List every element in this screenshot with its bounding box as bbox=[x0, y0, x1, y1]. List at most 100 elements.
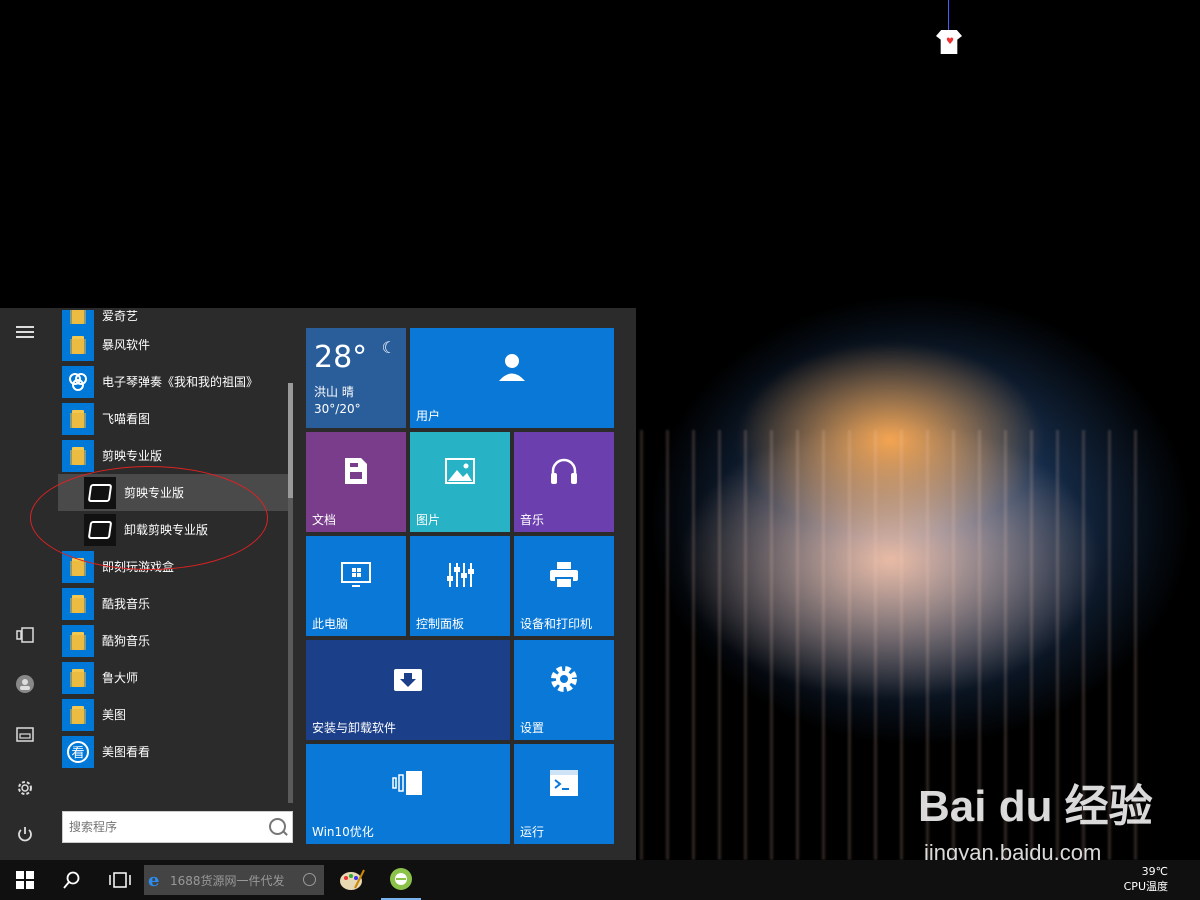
tile-label: 图片 bbox=[416, 513, 441, 527]
browser-app-button[interactable] bbox=[381, 860, 421, 900]
list-item-label: 酷狗音乐 bbox=[102, 634, 151, 648]
folder-icon bbox=[62, 661, 94, 694]
documents-rail-button[interactable] bbox=[0, 615, 50, 655]
control-panel-tile[interactable]: 控制面板 bbox=[410, 536, 510, 636]
heart-icon: ♥ bbox=[946, 37, 955, 47]
this-pc-tile[interactable]: 此电脑 bbox=[306, 536, 406, 636]
power-icon bbox=[18, 827, 32, 842]
tile-label: 用户 bbox=[416, 409, 441, 423]
browser-icon bbox=[390, 868, 412, 890]
weather-temperature: 28° bbox=[314, 340, 368, 375]
app-icon: 看 bbox=[62, 735, 94, 768]
pictures-tile[interactable]: 图片 bbox=[410, 432, 510, 532]
jellyfish-tendrils bbox=[640, 430, 1160, 860]
list-item[interactable]: 暴风软件 bbox=[58, 326, 288, 363]
paint-app-button[interactable] bbox=[332, 860, 372, 900]
folder-icon bbox=[62, 439, 94, 472]
download-box-icon bbox=[393, 665, 423, 699]
optimize-icon bbox=[391, 770, 425, 802]
search-icon bbox=[303, 873, 316, 886]
start-menu: 爱奇艺 暴风软件 电子琴弹奏《我和我的祖国》 飞喵看图 剪映专业版 剪映专业版 … bbox=[0, 308, 636, 860]
weather-range: 30°/20° bbox=[314, 402, 361, 416]
search-icon[interactable] bbox=[269, 818, 286, 835]
gear-icon bbox=[549, 664, 579, 700]
paint-palette-icon bbox=[340, 869, 365, 890]
user-avatar-icon bbox=[16, 675, 34, 693]
list-item[interactable]: 即刻玩游戏盒 bbox=[58, 548, 288, 585]
list-item-label: 暴风软件 bbox=[102, 338, 151, 352]
task-view-button[interactable] bbox=[98, 860, 142, 900]
app-icon bbox=[62, 365, 94, 398]
tile-label: 安装与卸载软件 bbox=[312, 721, 397, 735]
tile-label: 设置 bbox=[520, 721, 545, 735]
folder-icon bbox=[62, 328, 94, 361]
install-uninstall-tile[interactable]: 安装与卸载软件 bbox=[306, 640, 510, 740]
search-programs-box[interactable] bbox=[62, 811, 293, 843]
sliders-icon bbox=[445, 561, 475, 595]
list-item[interactable]: 剪映专业版 bbox=[58, 437, 288, 474]
list-item-label: 爱奇艺 bbox=[102, 310, 139, 323]
list-item-label: 电子琴弹奏《我和我的祖国》 bbox=[102, 375, 259, 389]
hamburger-icon bbox=[16, 326, 34, 338]
folder-icon bbox=[62, 624, 94, 657]
taskbar-search-placeholder: 1688货源网一件代发 bbox=[170, 874, 285, 888]
documents-tile[interactable]: 文档 bbox=[306, 432, 406, 532]
list-item[interactable]: 飞喵看图 bbox=[58, 400, 288, 437]
folder-icon bbox=[62, 550, 94, 583]
music-tile[interactable]: 音乐 bbox=[514, 432, 614, 532]
list-item-label: 酷我音乐 bbox=[102, 597, 151, 611]
list-item[interactable]: 鲁大师 bbox=[58, 659, 288, 696]
list-item-label: 即刻玩游戏盒 bbox=[102, 560, 175, 574]
taskbar-search-button[interactable] bbox=[50, 860, 94, 900]
run-tile[interactable]: 运行 bbox=[514, 744, 614, 844]
tile-label: 运行 bbox=[520, 825, 545, 839]
list-item-selected[interactable]: 剪映专业版 bbox=[58, 474, 288, 511]
list-item-label: 美图看看 bbox=[102, 745, 151, 759]
start-rail bbox=[0, 308, 50, 860]
app-list-scroll-thumb[interactable] bbox=[288, 383, 293, 498]
list-item-label: 鲁大师 bbox=[102, 671, 139, 685]
cpu-temperature-tray[interactable]: 39℃ CPU温度 bbox=[1124, 864, 1168, 894]
tile-label: 设备和打印机 bbox=[520, 617, 593, 631]
taskbar-search-box[interactable]: e 1688货源网一件代发 bbox=[144, 865, 324, 895]
cpu-temp-label: CPU温度 bbox=[1123, 880, 1168, 893]
search-programs-input[interactable] bbox=[67, 812, 261, 842]
win10-optimize-tile[interactable]: Win10优化 bbox=[306, 744, 510, 844]
list-item-label: 剪映专业版 bbox=[102, 449, 163, 463]
list-item-label: 剪映专业版 bbox=[124, 486, 185, 500]
list-item[interactable]: 卸载剪映专业版 bbox=[58, 511, 288, 548]
tile-label: 控制面板 bbox=[416, 617, 465, 631]
windows-logo-icon bbox=[16, 871, 34, 889]
pictures-rail-button[interactable] bbox=[0, 714, 50, 754]
app-list: 爱奇艺 暴风软件 电子琴弹奏《我和我的祖国》 飞喵看图 剪映专业版 剪映专业版 … bbox=[58, 310, 288, 800]
gear-icon bbox=[18, 781, 32, 795]
settings-rail-button[interactable] bbox=[0, 768, 50, 808]
start-button[interactable] bbox=[0, 860, 50, 900]
list-item[interactable]: 酷狗音乐 bbox=[58, 622, 288, 659]
settings-tile[interactable]: 设置 bbox=[514, 640, 614, 740]
user-tile[interactable]: 用户 bbox=[410, 328, 614, 428]
user-rail-button[interactable] bbox=[0, 664, 50, 704]
printer-icon bbox=[549, 561, 579, 595]
tile-label: 音乐 bbox=[520, 513, 545, 527]
svg-text:看: 看 bbox=[71, 745, 84, 761]
hamburger-menu-icon[interactable] bbox=[0, 312, 50, 352]
folder-icon bbox=[62, 698, 94, 731]
weather-tile[interactable]: 28° ☾ 洪山 晴 30°/20° bbox=[306, 328, 406, 428]
list-item-label: 飞喵看图 bbox=[102, 412, 151, 426]
list-item[interactable]: 美图 bbox=[58, 696, 288, 733]
hanger-string bbox=[948, 0, 949, 30]
list-item[interactable]: 看 美图看看 bbox=[58, 733, 288, 770]
folder-icon bbox=[62, 587, 94, 620]
list-item[interactable]: 酷我音乐 bbox=[58, 585, 288, 622]
list-item[interactable]: 爱奇艺 bbox=[58, 310, 288, 331]
tile-label: 此电脑 bbox=[312, 617, 349, 631]
list-item[interactable]: 电子琴弹奏《我和我的祖国》 bbox=[58, 363, 288, 400]
devices-printers-tile[interactable]: 设备和打印机 bbox=[514, 536, 614, 636]
task-view-icon bbox=[109, 872, 131, 888]
taskbar: e 1688货源网一件代发 39℃ CPU温度 bbox=[0, 860, 1200, 900]
list-item-label: 美图 bbox=[102, 708, 127, 722]
power-rail-button[interactable] bbox=[0, 814, 50, 854]
tile-label: 文档 bbox=[312, 513, 337, 527]
document-icon bbox=[16, 627, 34, 643]
